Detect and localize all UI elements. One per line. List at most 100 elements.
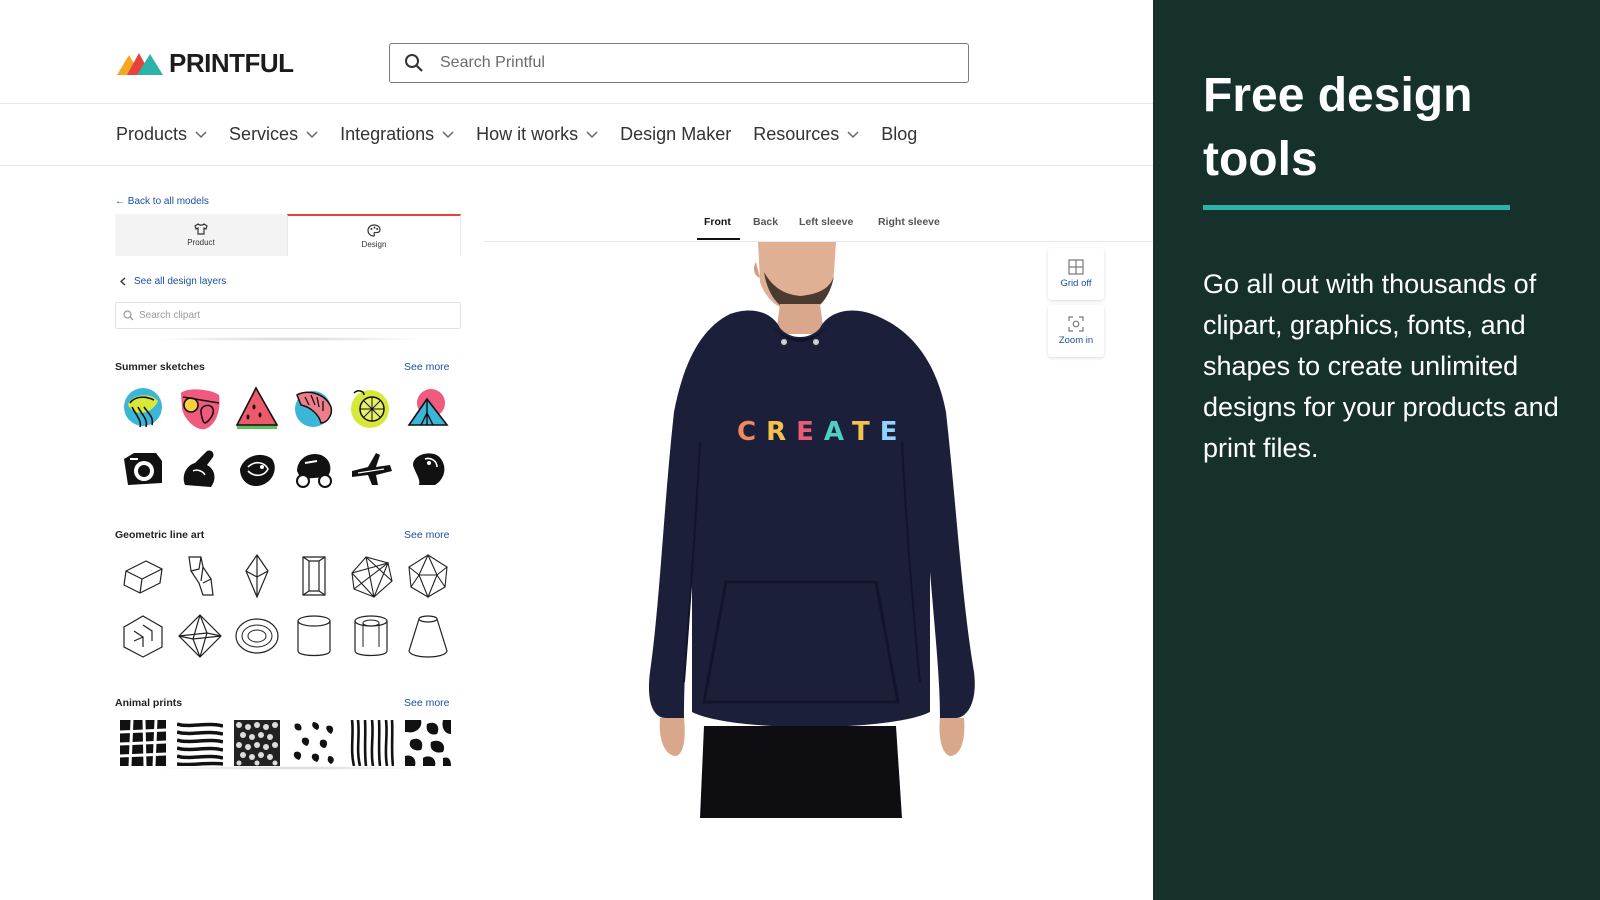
clipart-search[interactable]: [115, 302, 461, 329]
main-nav: Products Services Integrations How it wo…: [0, 104, 1153, 166]
see-more-animal-prints[interactable]: See more: [404, 697, 450, 709]
print-letter: A: [823, 417, 852, 447]
site-search[interactable]: [389, 43, 969, 83]
chevron-down-icon: [586, 130, 598, 138]
snake-print-icon: [234, 720, 280, 766]
clipart-tiger-print[interactable]: [348, 720, 394, 766]
tab-design[interactable]: Design: [287, 214, 461, 256]
giraffe-print-icon: [120, 720, 166, 766]
clipart-hands[interactable]: [177, 445, 223, 491]
nav-item-label: Products: [116, 124, 188, 144]
clipart-watermelon[interactable]: [234, 385, 280, 431]
tab-product[interactable]: Product: [115, 214, 287, 256]
search-icon: [405, 54, 423, 72]
zebra-print-icon: [177, 722, 223, 766]
nav-item-blog[interactable]: Blog: [881, 124, 917, 145]
search-divider: [150, 337, 430, 341]
leopard-print-icon: [293, 722, 334, 764]
nav-item-label: Blog: [881, 124, 918, 144]
zigzag-block-icon: [188, 556, 214, 596]
clipart-search-input[interactable]: [139, 310, 439, 321]
printful-logo[interactable]: PRINTFUL: [117, 48, 294, 78]
clipart-airplane[interactable]: [348, 445, 394, 491]
panel-bottom-shadow: [150, 766, 430, 770]
print-letter: E: [796, 417, 824, 447]
geometric-line-art-grid: [120, 553, 451, 659]
zoom-in-button[interactable]: Zoom in: [1048, 305, 1104, 357]
layers-link-label: See all design layers: [134, 276, 227, 287]
clipart-octahedron[interactable]: [177, 613, 223, 659]
view-tabs: Front Back Left sleeve Right sleeve: [484, 216, 1153, 242]
tab-right-sleeve[interactable]: Right sleeve: [878, 216, 940, 228]
clipart-scooter[interactable]: [291, 445, 337, 491]
clipart-zigzag-block[interactable]: [177, 553, 223, 599]
tab-label: Product: [187, 238, 215, 247]
nav-item-services[interactable]: Services: [229, 124, 318, 145]
see-more-summer-sketches[interactable]: See more: [404, 361, 450, 373]
grid-toggle-label: Grid off: [1060, 278, 1092, 289]
chevron-down-icon: [442, 130, 454, 138]
clipart-shrimp[interactable]: [291, 385, 337, 431]
clipart-snake-print[interactable]: [234, 720, 280, 766]
clipart-crystal[interactable]: [234, 553, 280, 599]
nested-cylinder-icon: [354, 615, 388, 657]
clipart-fish[interactable]: [234, 445, 280, 491]
promo-panel: Free design tools Go all out with thousa…: [1153, 0, 1600, 900]
search-icon: [123, 310, 134, 321]
cone-icon: [408, 615, 448, 658]
clipart-sunglasses[interactable]: [177, 385, 223, 431]
clipart-polyhedron[interactable]: [348, 553, 394, 599]
active-tab-underline: [697, 238, 740, 240]
clipart-jellyfish[interactable]: [120, 385, 166, 431]
nav-item-label: Resources: [753, 124, 840, 144]
clipart-torus[interactable]: [234, 613, 280, 659]
see-all-layers-link[interactable]: See all design layers: [120, 276, 226, 287]
clipart-hex-knot[interactable]: [120, 613, 166, 659]
clipart-zebra-print[interactable]: [177, 720, 223, 766]
clipart-camera[interactable]: [120, 445, 166, 491]
editor-mode-tabs: Product Design: [115, 214, 461, 256]
clipart-parrot[interactable]: [405, 445, 451, 491]
grid-toggle-button[interactable]: Grid off: [1048, 248, 1104, 300]
nav-item-integrations[interactable]: Integrations: [340, 124, 454, 145]
promo-accent-rule: [1203, 205, 1510, 210]
clipart-cylinder[interactable]: [291, 613, 337, 659]
back-to-models-link[interactable]: ← Back to all models: [115, 196, 209, 207]
airplane-icon: [352, 453, 392, 485]
clipart-nested-cylinder[interactable]: [348, 613, 394, 659]
see-more-geometric-line-art[interactable]: See more: [404, 529, 450, 541]
clipart-cube-prism[interactable]: [120, 553, 166, 599]
tent-icon: [407, 389, 449, 426]
chevron-down-icon: [306, 130, 318, 138]
tab-left-sleeve[interactable]: Left sleeve: [799, 216, 853, 228]
palette-icon: [367, 223, 381, 237]
nav-item-how-it-works[interactable]: How it works: [476, 124, 598, 145]
nav-item-label: Integrations: [340, 124, 435, 144]
grid-icon: [1068, 259, 1084, 275]
promo-body: Go all out with thousands of clipart, gr…: [1203, 269, 1559, 463]
tab-front[interactable]: Front: [704, 216, 731, 228]
clipart-leopard-print[interactable]: [291, 720, 337, 766]
tshirt-icon: [194, 223, 208, 235]
promo-title: Free design tools: [1203, 69, 1473, 186]
hands-icon: [183, 450, 215, 487]
logo-text: PRINTFUL: [169, 47, 294, 78]
nav-item-design-maker[interactable]: Design Maker: [620, 124, 731, 145]
nav-item-products[interactable]: Products: [116, 124, 207, 145]
clipart-citrus[interactable]: [348, 385, 394, 431]
clipart-tent[interactable]: [405, 385, 451, 431]
clipart-icosahedron[interactable]: [405, 553, 451, 599]
clipart-cow-print[interactable]: [405, 720, 451, 766]
tab-back[interactable]: Back: [753, 216, 778, 228]
site-search-input[interactable]: [440, 54, 920, 72]
nav-item-label: Design Maker: [620, 124, 732, 144]
tiger-print-icon: [350, 720, 394, 766]
hoodie-print-text: CREATE: [737, 417, 908, 447]
clipart-giraffe-print[interactable]: [120, 720, 166, 766]
torus-icon: [235, 618, 279, 654]
sunglasses-icon: [181, 389, 220, 430]
zoom-in-label: Zoom in: [1058, 335, 1094, 346]
nav-item-resources[interactable]: Resources: [753, 124, 859, 145]
clipart-cone[interactable]: [405, 613, 451, 659]
clipart-tall-box[interactable]: [291, 553, 337, 599]
